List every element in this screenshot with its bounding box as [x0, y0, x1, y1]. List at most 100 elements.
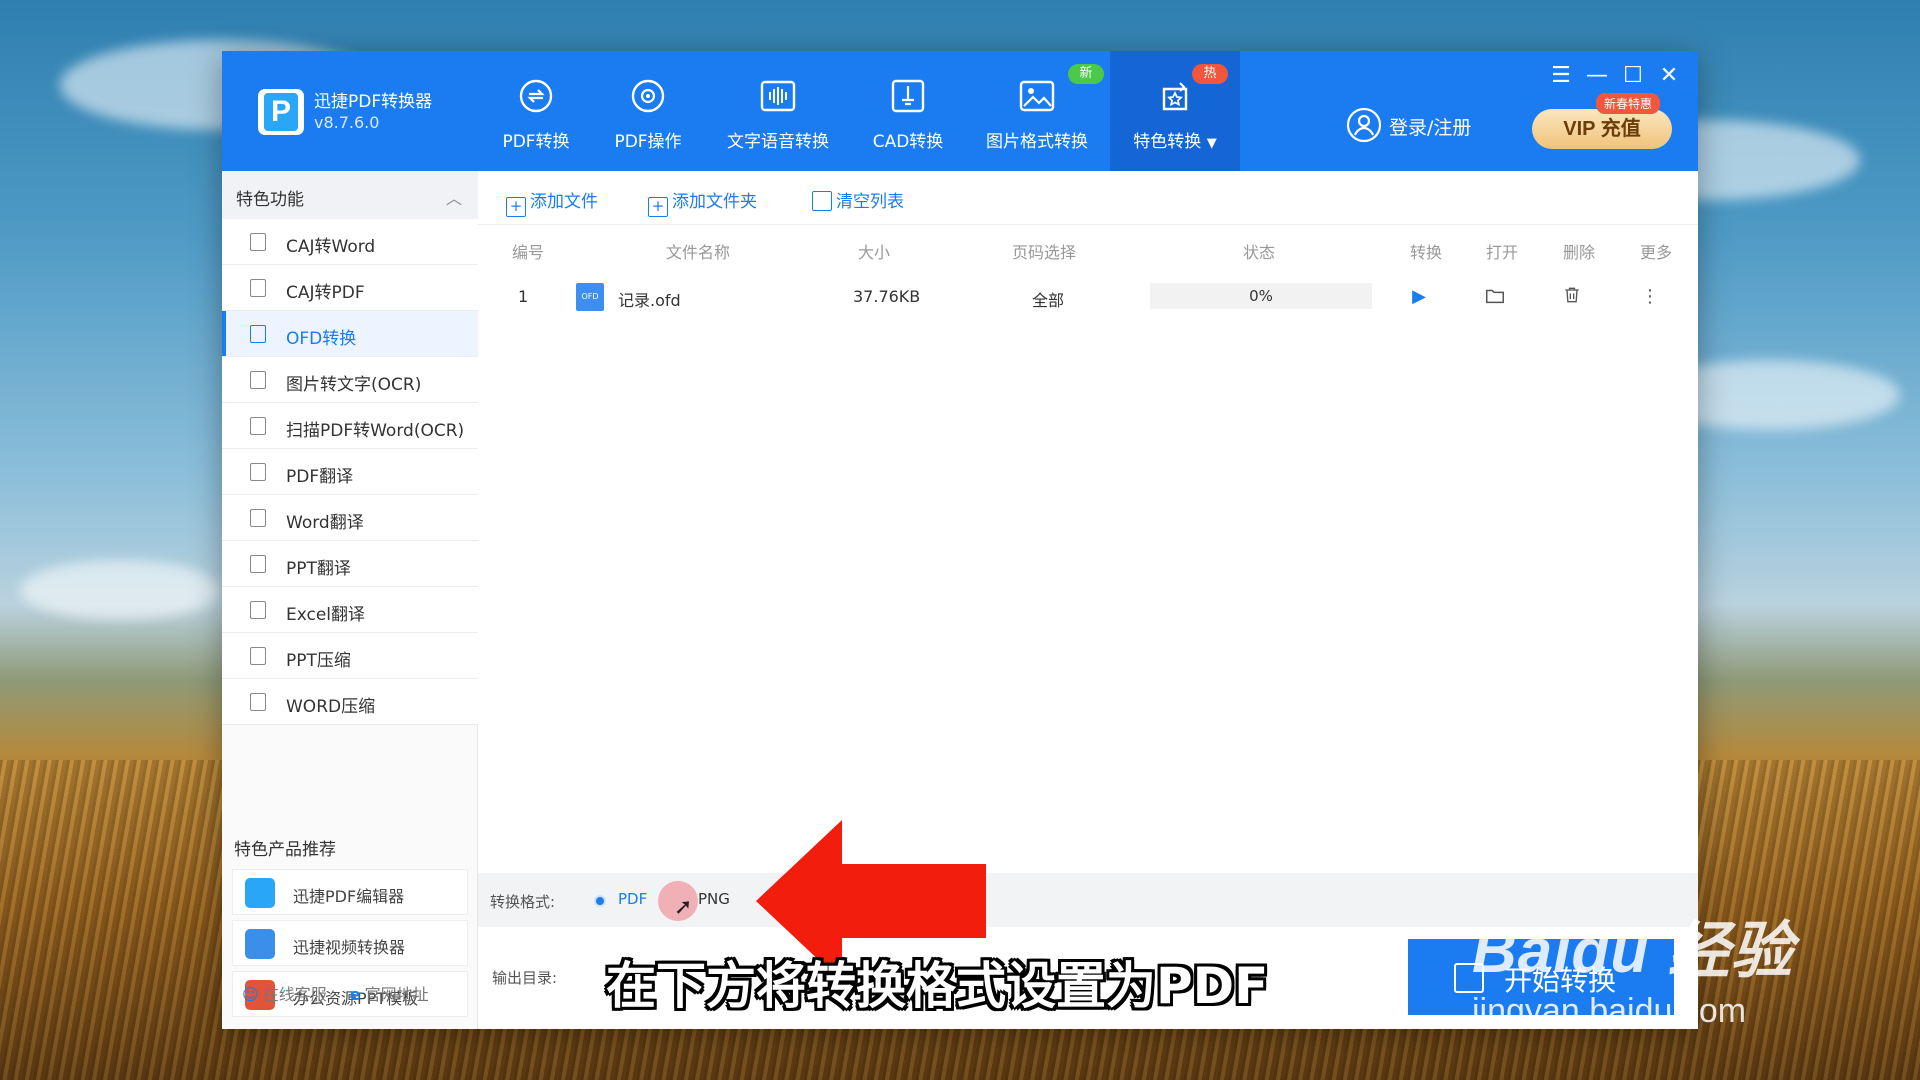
table-row[interactable]: 1 OFD 记录.ofd 37.76KB 全部 0% ▶ ⋮ — [478, 273, 1698, 321]
app-version: v8.7.6.0 — [314, 113, 380, 132]
document-icon — [250, 463, 266, 481]
tutorial-caption: 在下方将转换格式设置为PDF — [606, 957, 1269, 1015]
vip-recharge-button[interactable]: VIP 充值 — [1532, 109, 1672, 149]
sidebar-item-caj-word[interactable]: CAJ转Word — [222, 219, 478, 265]
row-size: 37.76KB — [853, 287, 921, 306]
headset-icon: ☺ — [242, 985, 259, 1004]
ofd-file-icon: OFD — [576, 283, 604, 311]
sidebar-item-ppt-translate[interactable]: PPT翻译 — [222, 541, 478, 587]
document-icon — [250, 647, 266, 665]
sidebar-item-image-ocr[interactable]: 图片转文字(OCR) — [222, 357, 478, 403]
document-icon — [250, 693, 266, 711]
nav-pdf-operate[interactable]: PDF操作 — [592, 51, 704, 171]
trash-icon — [812, 191, 832, 211]
nav-pdf-convert[interactable]: PDF转换 — [480, 51, 592, 171]
nav-image-convert[interactable]: 图片格式转换 新 — [964, 51, 1110, 171]
document-icon — [250, 279, 266, 297]
product-pdf-editor[interactable]: 迅捷PDF编辑器 — [232, 869, 468, 915]
format-label: 转换格式: — [490, 893, 556, 911]
online-service-label: 在线客服 — [262, 985, 327, 1004]
app-logo: P — [258, 89, 304, 135]
online-service-link[interactable]: ☺ 在线客服 — [242, 981, 327, 1005]
col-more: 更多 — [1640, 243, 1673, 262]
output-dir-label: 输出目录: — [492, 969, 558, 987]
col-filename: 文件名称 — [666, 243, 731, 262]
top-bar: P 迅捷PDF转换器 v8.7.6.0 PDF转换 PDF操作 文字语音转换 C… — [222, 51, 1698, 171]
sidebar-list: CAJ转Word CAJ转PDF OFD转换 图片转文字(OCR) 扫描PDF转… — [222, 219, 478, 725]
nav-text-speech[interactable]: 文字语音转换 — [704, 51, 852, 171]
nav-label: PDF操作 — [614, 132, 682, 152]
add-folder-button[interactable]: + 添加文件夹 — [648, 187, 757, 217]
document-icon — [250, 509, 266, 527]
play-icon[interactable]: ▶ — [1407, 285, 1431, 309]
row-pages[interactable]: 全部 — [1032, 287, 1064, 311]
sidebar-item-pdf-translate[interactable]: PDF翻译 — [222, 449, 478, 495]
menu-icon[interactable]: ☰ — [1546, 61, 1576, 91]
sidebar-item-caj-pdf[interactable]: CAJ转PDF — [222, 265, 478, 311]
close-icon[interactable]: ✕ — [1654, 61, 1684, 91]
col-number: 编号 — [512, 243, 545, 262]
col-size: 大小 — [858, 243, 891, 262]
image-file-icon — [250, 371, 266, 389]
browser-icon: e — [349, 985, 361, 1004]
watermark-brand: Baidu 经验 — [1472, 917, 1794, 986]
document-icon — [250, 417, 266, 435]
trash-svg — [1565, 287, 1579, 303]
sidebar-item-label: CAJ转Word — [286, 237, 376, 257]
pdf-operate-icon — [631, 79, 665, 113]
col-convert: 转换 — [1410, 243, 1443, 262]
open-folder-icon[interactable] — [1483, 285, 1507, 309]
file-toolbar: + 添加文件 + 添加文件夹 清空列表 — [478, 171, 1698, 225]
sidebar-item-ppt-compress[interactable]: PPT压缩 — [222, 633, 478, 679]
sidebar-item-label: Excel翻译 — [286, 605, 366, 625]
minimize-icon[interactable]: — — [1582, 61, 1612, 91]
new-badge: 新 — [1068, 64, 1104, 84]
format-option-pdf[interactable]: PDF — [618, 890, 647, 908]
sidebar-footer: ☺ 在线客服 e 官网地址 — [242, 981, 447, 1005]
cad-icon — [891, 79, 925, 113]
radio-pdf[interactable] — [594, 895, 606, 907]
pdf-convert-icon — [519, 79, 553, 113]
row-number: 1 — [518, 287, 529, 306]
special-convert-icon — [1162, 82, 1188, 111]
website-link[interactable]: e 官网地址 — [350, 981, 429, 1005]
progress-text: 0% — [1249, 287, 1273, 305]
sidebar-item-word-compress[interactable]: WORD压缩 — [222, 679, 478, 725]
folder-svg — [1486, 289, 1504, 304]
nav-label-text: 特色转换 — [1133, 132, 1202, 152]
col-pages: 页码选择 — [1012, 243, 1077, 262]
table-header: 编号 文件名称 大小 页码选择 状态 转换 打开 删除 更多 — [478, 225, 1698, 273]
more-icon[interactable]: ⋮ — [1638, 285, 1662, 309]
vip-promo-tag: 新春特惠 — [1596, 93, 1661, 114]
sidebar-item-word-translate[interactable]: Word翻译 — [222, 495, 478, 541]
sidebar-item-excel-translate[interactable]: Excel翻译 — [222, 587, 478, 633]
user-icon — [1346, 107, 1382, 143]
sidebar: 特色功能 ︿ CAJ转Word CAJ转PDF OFD转换 图片转文字(OCR)… — [222, 171, 478, 1029]
clear-list-button[interactable]: 清空列表 — [812, 187, 904, 212]
pdf-editor-logo-icon — [245, 878, 275, 908]
product-video-converter[interactable]: 迅捷视频转换器 — [232, 920, 468, 966]
nav-label: 图片格式转换 — [986, 132, 1088, 152]
watermark-url: jingyan.baidu.com — [1472, 992, 1747, 1030]
sidebar-item-label: 扫描PDF转Word(OCR) — [286, 421, 465, 441]
sidebar-item-scan-ocr[interactable]: 扫描PDF转Word(OCR) — [222, 403, 478, 449]
products-title: 特色产品推荐 — [234, 840, 336, 860]
sidebar-item-label: WORD压缩 — [286, 697, 376, 717]
sidebar-item-ofd[interactable]: OFD转换 — [222, 311, 478, 357]
image-icon — [1019, 80, 1055, 112]
delete-icon[interactable] — [1560, 285, 1584, 309]
nav-cad-convert[interactable]: CAD转换 — [852, 51, 964, 171]
sidebar-section-header[interactable]: 特色功能 ︿ — [222, 171, 478, 219]
maximize-icon[interactable]: ☐ — [1618, 61, 1648, 91]
document-icon — [250, 601, 266, 619]
baidu-watermark: Baidu 经验 jingyan.baidu.com — [1472, 900, 1794, 1030]
document-icon — [250, 233, 266, 251]
sidebar-item-label: PDF翻译 — [286, 467, 354, 487]
col-delete: 删除 — [1563, 243, 1596, 262]
chevron-down-icon: ▼ — [1206, 136, 1217, 151]
col-status: 状态 — [1243, 243, 1276, 262]
add-file-button[interactable]: + 添加文件 — [506, 187, 598, 217]
nav-label: PDF转换 — [502, 132, 570, 152]
format-option-png[interactable]: PNG — [698, 890, 730, 908]
nav-special-convert[interactable]: 特色转换 ▼ 热 — [1110, 51, 1240, 171]
